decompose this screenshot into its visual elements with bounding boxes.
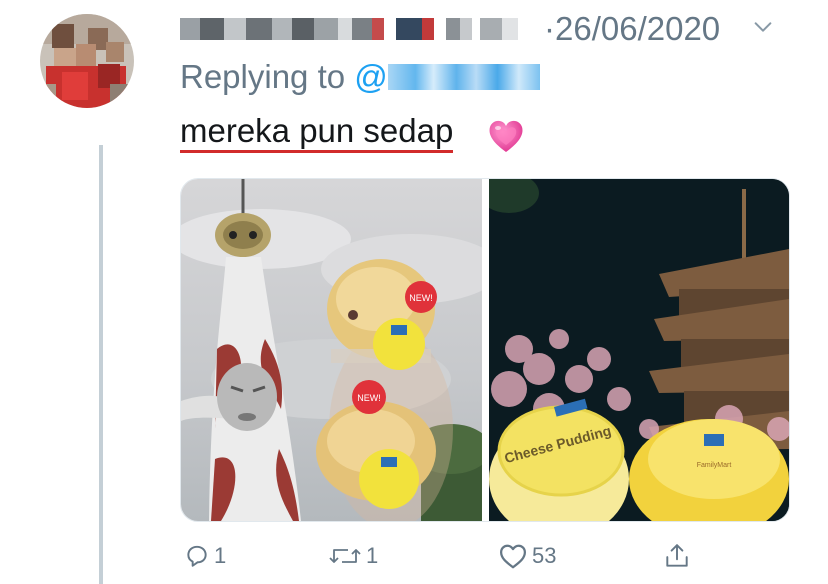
replying-to: Replying to @	[180, 58, 540, 96]
new-badge-text-2: NEW!	[357, 393, 381, 403]
reply-count: 1	[214, 543, 227, 568]
thread-line	[99, 145, 103, 584]
like-button[interactable]: 53	[498, 536, 556, 576]
retweet-button[interactable]: 1	[328, 536, 378, 576]
tweet-actions: 1 1 53	[180, 536, 740, 576]
like-heart-icon	[500, 544, 526, 569]
tweet-date[interactable]: ·26/06/2020	[544, 10, 720, 48]
handle-redacted	[387, 64, 540, 90]
chevron-down-icon[interactable]	[752, 16, 774, 38]
handle-at: @	[354, 58, 388, 95]
brand-label: FamilyMart	[697, 462, 732, 469]
new-badge-text-1: NEW!	[409, 293, 433, 303]
replying-to-label: Replying to	[180, 58, 346, 95]
share-icon	[666, 544, 688, 567]
reply-icon	[187, 545, 207, 567]
tower-and-cheesecake-photo[interactable]: NEW! NEW!	[181, 179, 482, 521]
share-button[interactable]	[664, 536, 690, 576]
growing-heart-emoji-icon	[489, 120, 523, 152]
retweet-count: 1	[366, 543, 379, 568]
retweet-icon	[329, 549, 361, 563]
display-name-redacted[interactable]	[180, 18, 540, 42]
tweet-text-content: mereka pun sedap	[180, 112, 454, 153]
left-photo-illustration: NEW! NEW!	[181, 179, 482, 521]
tweet-text: mereka pun sedap	[180, 112, 454, 153]
right-photo-illustration: Cheese Pudding FamilyMart	[489, 179, 789, 521]
reply-handle[interactable]: @	[354, 58, 540, 95]
tweet-header: ·26/06/2020	[180, 8, 800, 50]
pagoda-and-pudding-photo[interactable]: Cheese Pudding FamilyMart	[489, 179, 789, 521]
like-count: 53	[532, 543, 557, 568]
reply-button[interactable]: 1	[184, 536, 226, 576]
avatar[interactable]	[40, 14, 134, 108]
tweet-media[interactable]: NEW! NEW! Cheese Pudding FamilyMart	[180, 178, 790, 522]
